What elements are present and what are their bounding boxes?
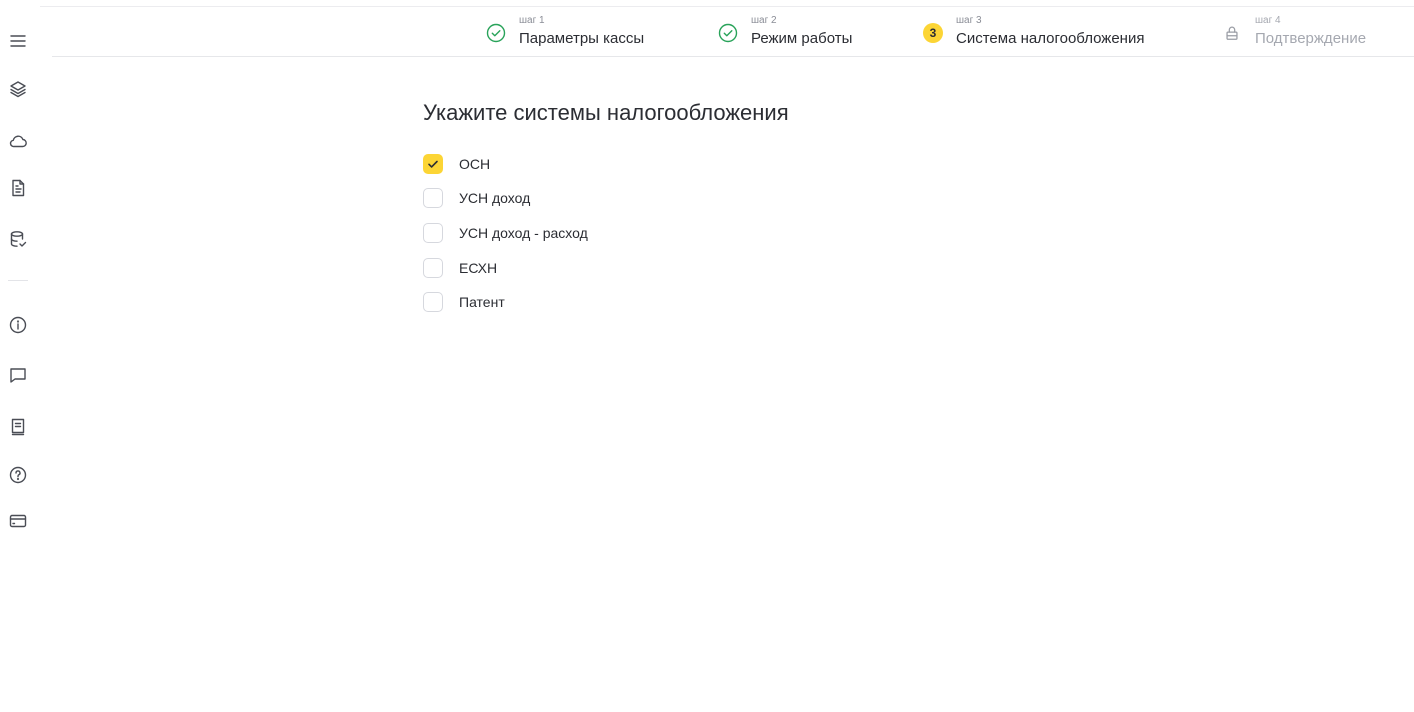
checkbox[interactable] (423, 292, 443, 312)
page-title: Укажите системы налогообложения (423, 100, 789, 125)
step-3-label: Система налогообложения (956, 30, 1145, 47)
option-patent[interactable]: Патент (423, 291, 505, 313)
checkbox[interactable] (423, 223, 443, 243)
document-icon[interactable] (7, 177, 29, 199)
check-circle-icon (486, 23, 506, 43)
step-3-marker: 3 (923, 23, 943, 43)
cloud-icon[interactable] (7, 130, 29, 152)
checkbox[interactable] (423, 258, 443, 278)
book-icon[interactable] (7, 416, 29, 438)
option-label: Патент (459, 294, 505, 310)
step-3-number: шаг 3 (956, 15, 982, 26)
sidebar (0, 0, 40, 712)
step-2-number: шаг 2 (751, 15, 777, 26)
step-4-label: Подтверждение (1255, 30, 1367, 47)
stepper-divider (52, 56, 1414, 57)
step-1-number: шаг 1 (519, 15, 545, 26)
step-1[interactable]: шаг 1 Параметры кассы (486, 14, 686, 50)
step-1-label: Параметры кассы (519, 30, 645, 47)
card-icon[interactable] (7, 510, 29, 532)
sidebar-divider (8, 280, 28, 281)
option-usn-income-expense[interactable]: УСН доход - расход (423, 222, 588, 244)
top-border (40, 6, 1414, 7)
step-4-number: шаг 4 (1255, 15, 1281, 26)
option-label: ЕСХН (459, 260, 498, 276)
step-4: шаг 4 Подтверждение (1222, 14, 1402, 50)
database-check-icon[interactable] (7, 228, 29, 250)
info-icon[interactable] (7, 314, 29, 336)
checkmark-icon (428, 160, 438, 168)
checkbox[interactable] (423, 188, 443, 208)
option-eshn[interactable]: ЕСХН (423, 257, 497, 279)
checkbox-checked[interactable] (423, 154, 443, 174)
lock-icon (1222, 23, 1242, 43)
option-usn-income[interactable]: УСН доход (423, 187, 530, 209)
option-label: ОСН (459, 156, 491, 172)
page: шаг 1 Параметры кассы шаг 2 Режим работы… (0, 0, 1414, 712)
step-2-label: Режим работы (751, 30, 853, 47)
step-3-number-badge: 3 (923, 23, 943, 43)
step-3[interactable]: 3 шаг 3 Система налогообложения (923, 14, 1173, 50)
step-2[interactable]: шаг 2 Режим работы (718, 14, 898, 50)
option-osn[interactable]: ОСН (423, 153, 490, 175)
check-circle-icon (718, 23, 738, 43)
chat-icon[interactable] (7, 364, 29, 386)
menu-icon[interactable] (7, 30, 29, 52)
layers-icon[interactable] (7, 78, 29, 100)
option-label: УСН доход - расход (459, 225, 588, 241)
option-label: УСН доход (459, 190, 531, 206)
help-icon[interactable] (7, 464, 29, 486)
